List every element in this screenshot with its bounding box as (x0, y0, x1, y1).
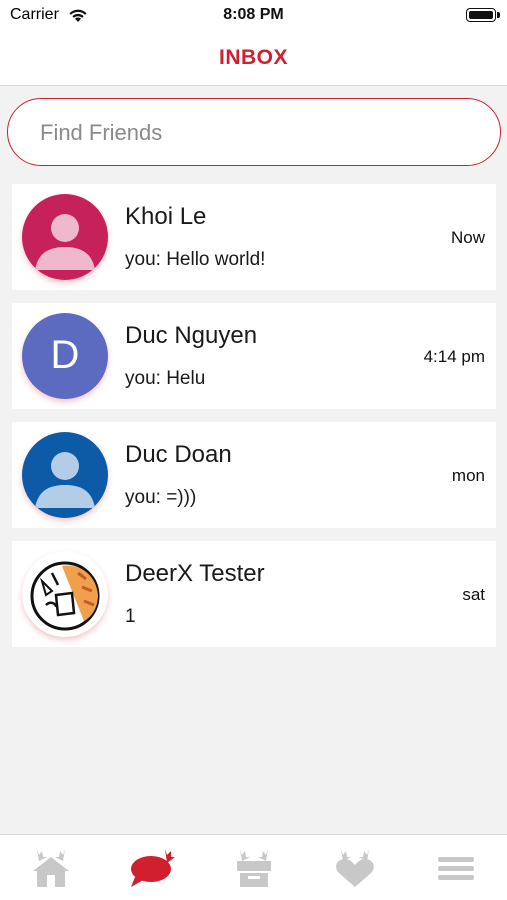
heart-antler-icon (336, 849, 374, 887)
message-time: Now (450, 228, 485, 247)
person-icon (22, 194, 108, 280)
status-bar: Carrier 8:08 PM (0, 0, 507, 30)
message-time: 4:14 pm (423, 347, 485, 366)
person-icon (22, 432, 108, 518)
contact-name: Duc Doan (125, 441, 232, 468)
avatar: D (22, 313, 108, 399)
conversation-item[interactable]: Duc Doan you: =))) mon (12, 422, 496, 528)
avatar (22, 432, 108, 518)
box-antler-icon (237, 849, 271, 887)
message-time: mon (451, 466, 485, 485)
search-input[interactable] (40, 119, 470, 147)
message-time: sat (462, 585, 485, 604)
page-title: INBOX (218, 46, 288, 69)
last-message: 1 (125, 606, 136, 627)
tab-inbox[interactable] (129, 847, 175, 889)
hamburger-menu-icon (438, 857, 474, 880)
tab-bar (0, 834, 507, 900)
search-bar[interactable] (7, 98, 501, 166)
tab-favorites[interactable] (333, 847, 377, 889)
tab-menu[interactable] (436, 847, 480, 889)
status-time: 8:08 PM (223, 6, 284, 23)
contact-name: DeerX Tester (125, 560, 265, 587)
home-antler-icon (33, 849, 69, 887)
avatar-letter: D (50, 333, 80, 377)
battery-icon (466, 8, 500, 22)
last-message: you: =))) (125, 487, 197, 508)
last-message: you: Helu (125, 368, 206, 389)
contact-name: Khoi Le (125, 203, 207, 230)
conversation-item[interactable]: Khoi Le you: Hello world! Now (12, 184, 496, 290)
conversation-item[interactable]: DeerX Tester 1 sat (12, 541, 496, 647)
avatar (22, 551, 108, 637)
conversation-item[interactable]: D Duc Nguyen you: Helu 4:14 pm (12, 303, 496, 409)
deer-mascot-image (23, 552, 107, 636)
avatar (22, 194, 108, 280)
contact-name: Duc Nguyen (125, 322, 258, 349)
last-message: you: Hello world! (125, 249, 266, 270)
navigation-bar: INBOX (0, 30, 507, 86)
tab-box[interactable] (232, 847, 276, 889)
tab-home[interactable] (29, 847, 73, 889)
chat-antler-icon (131, 849, 175, 887)
